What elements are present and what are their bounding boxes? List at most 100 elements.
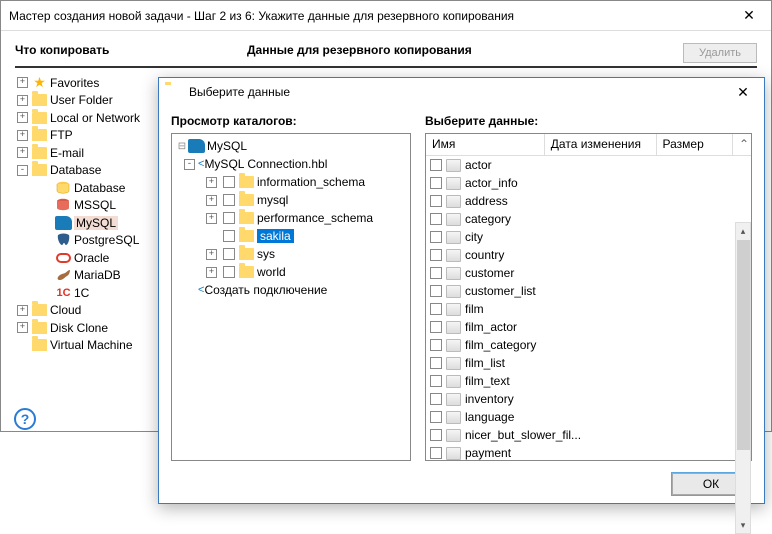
col-name[interactable]: Имя bbox=[426, 134, 545, 155]
list-item[interactable]: category bbox=[426, 210, 751, 228]
expander-icon[interactable] bbox=[41, 182, 52, 193]
expander-icon[interactable]: + bbox=[17, 305, 28, 316]
checkbox[interactable] bbox=[430, 411, 442, 423]
catalog-root[interactable]: ⊟MySQL bbox=[174, 137, 408, 155]
expander-icon[interactable]: + bbox=[17, 147, 28, 158]
list-item[interactable]: film_text bbox=[426, 372, 751, 390]
catalog-db-information_schema[interactable]: +information_schema bbox=[174, 173, 408, 191]
col-date[interactable]: Дата изменения bbox=[545, 134, 657, 155]
expander-icon[interactable] bbox=[41, 235, 52, 246]
catalog-db-sakila[interactable]: sakila bbox=[174, 227, 408, 245]
db-label: mysql bbox=[257, 193, 288, 207]
checkbox[interactable] bbox=[223, 176, 235, 188]
checkbox[interactable] bbox=[430, 231, 442, 243]
checkbox[interactable] bbox=[430, 249, 442, 261]
checkbox[interactable] bbox=[430, 177, 442, 189]
expander-icon[interactable]: + bbox=[17, 112, 28, 123]
list-item[interactable]: actor bbox=[426, 156, 751, 174]
connector-icon: ⊟ bbox=[176, 141, 188, 152]
checkbox[interactable] bbox=[430, 267, 442, 279]
checkbox[interactable] bbox=[430, 447, 442, 459]
list-item[interactable]: language bbox=[426, 408, 751, 426]
expander-icon[interactable]: - bbox=[184, 159, 195, 170]
delete-button[interactable]: Удалить bbox=[683, 43, 757, 63]
checkbox[interactable] bbox=[430, 321, 442, 333]
expander-icon[interactable]: + bbox=[17, 95, 28, 106]
list-scrollbar[interactable]: ▴ ▾ bbox=[735, 222, 751, 534]
catalog-db-sys[interactable]: +sys bbox=[174, 245, 408, 263]
scroll-up-icon[interactable]: ▴ bbox=[736, 223, 750, 239]
checkbox[interactable] bbox=[223, 266, 235, 278]
catalog-db-mysql[interactable]: + mysql bbox=[174, 191, 408, 209]
checkbox[interactable] bbox=[430, 339, 442, 351]
item-name: actor bbox=[465, 158, 492, 172]
list-item[interactable]: country bbox=[426, 246, 751, 264]
list-item[interactable]: film_category bbox=[426, 336, 751, 354]
oracle-icon bbox=[56, 251, 71, 265]
expander-icon[interactable]: + bbox=[17, 322, 28, 333]
col-scroll-up[interactable]: ⌃ bbox=[733, 134, 751, 155]
expander-icon[interactable] bbox=[17, 340, 28, 351]
checkbox[interactable] bbox=[430, 195, 442, 207]
mysql-icon bbox=[188, 139, 205, 153]
expander-icon[interactable] bbox=[41, 200, 52, 211]
checkbox[interactable] bbox=[223, 212, 235, 224]
catalog-tree[interactable]: ⊟MySQL-< MySQL Connection.hbl+informatio… bbox=[171, 133, 411, 461]
list-item[interactable]: city bbox=[426, 228, 751, 246]
checkbox[interactable] bbox=[430, 159, 442, 171]
checkbox[interactable] bbox=[430, 357, 442, 369]
expander-icon[interactable]: + bbox=[206, 213, 217, 224]
dialog-title: Выберите данные bbox=[189, 85, 728, 99]
expander-icon[interactable]: - bbox=[17, 165, 28, 176]
catalog-db-performance_schema[interactable]: + performance_schema bbox=[174, 209, 408, 227]
list-item[interactable]: film_actor bbox=[426, 318, 751, 336]
checkbox[interactable] bbox=[223, 248, 235, 260]
expander-icon[interactable] bbox=[41, 252, 52, 263]
list-item[interactable]: inventory bbox=[426, 390, 751, 408]
expander-icon[interactable] bbox=[41, 217, 52, 228]
expander-icon[interactable]: + bbox=[17, 77, 28, 88]
catalog-db-world[interactable]: +world bbox=[174, 263, 408, 281]
list-item[interactable]: actor_info bbox=[426, 174, 751, 192]
help-button[interactable]: ? bbox=[14, 408, 36, 430]
scroll-thumb[interactable] bbox=[737, 240, 750, 450]
item-name: film bbox=[465, 302, 484, 316]
expander-icon[interactable]: + bbox=[17, 130, 28, 141]
mssql-icon bbox=[56, 198, 71, 212]
expander-icon[interactable] bbox=[41, 270, 52, 281]
checkbox[interactable] bbox=[223, 230, 235, 242]
db-label: performance_schema bbox=[257, 211, 373, 225]
col-size[interactable]: Размер bbox=[657, 134, 733, 155]
expander-icon[interactable]: + bbox=[206, 195, 217, 206]
list-item[interactable]: payment bbox=[426, 444, 751, 460]
list-item[interactable]: film bbox=[426, 300, 751, 318]
checkbox[interactable] bbox=[430, 429, 442, 441]
list-item[interactable]: film_list bbox=[426, 354, 751, 372]
list-item[interactable]: customer bbox=[426, 264, 751, 282]
items-list[interactable]: Имя Дата изменения Размер ⌃ actor actor_i… bbox=[425, 133, 752, 461]
checkbox[interactable] bbox=[223, 194, 235, 206]
wizard-close-button[interactable]: ✕ bbox=[735, 7, 763, 24]
columns-header: Что копировать Данные для резервного коп… bbox=[15, 43, 757, 68]
checkbox[interactable] bbox=[430, 285, 442, 297]
tree-item-label: Disk Clone bbox=[50, 321, 108, 335]
folder-icon bbox=[32, 339, 47, 351]
checkbox[interactable] bbox=[430, 303, 442, 315]
expander-icon[interactable]: + bbox=[206, 249, 217, 260]
list-item[interactable]: customer_list bbox=[426, 282, 751, 300]
expander-icon[interactable]: + bbox=[206, 267, 217, 278]
table-icon bbox=[446, 285, 461, 298]
catalog-create-connection[interactable]: < Создать подключение bbox=[174, 281, 408, 299]
checkbox[interactable] bbox=[430, 393, 442, 405]
scroll-down-icon[interactable]: ▾ bbox=[736, 517, 750, 533]
list-item[interactable]: address bbox=[426, 192, 751, 210]
checkbox[interactable] bbox=[430, 375, 442, 387]
tree-item-label: PostgreSQL bbox=[74, 233, 139, 247]
catalog-connection[interactable]: -< MySQL Connection.hbl bbox=[174, 155, 408, 173]
dialog-close-button[interactable]: ✕ bbox=[728, 84, 758, 101]
expander-icon[interactable] bbox=[41, 287, 52, 298]
expander-icon[interactable]: + bbox=[206, 177, 217, 188]
list-item[interactable]: nicer_but_slower_fil... bbox=[426, 426, 751, 444]
expander-icon[interactable] bbox=[206, 231, 217, 242]
checkbox[interactable] bbox=[430, 213, 442, 225]
